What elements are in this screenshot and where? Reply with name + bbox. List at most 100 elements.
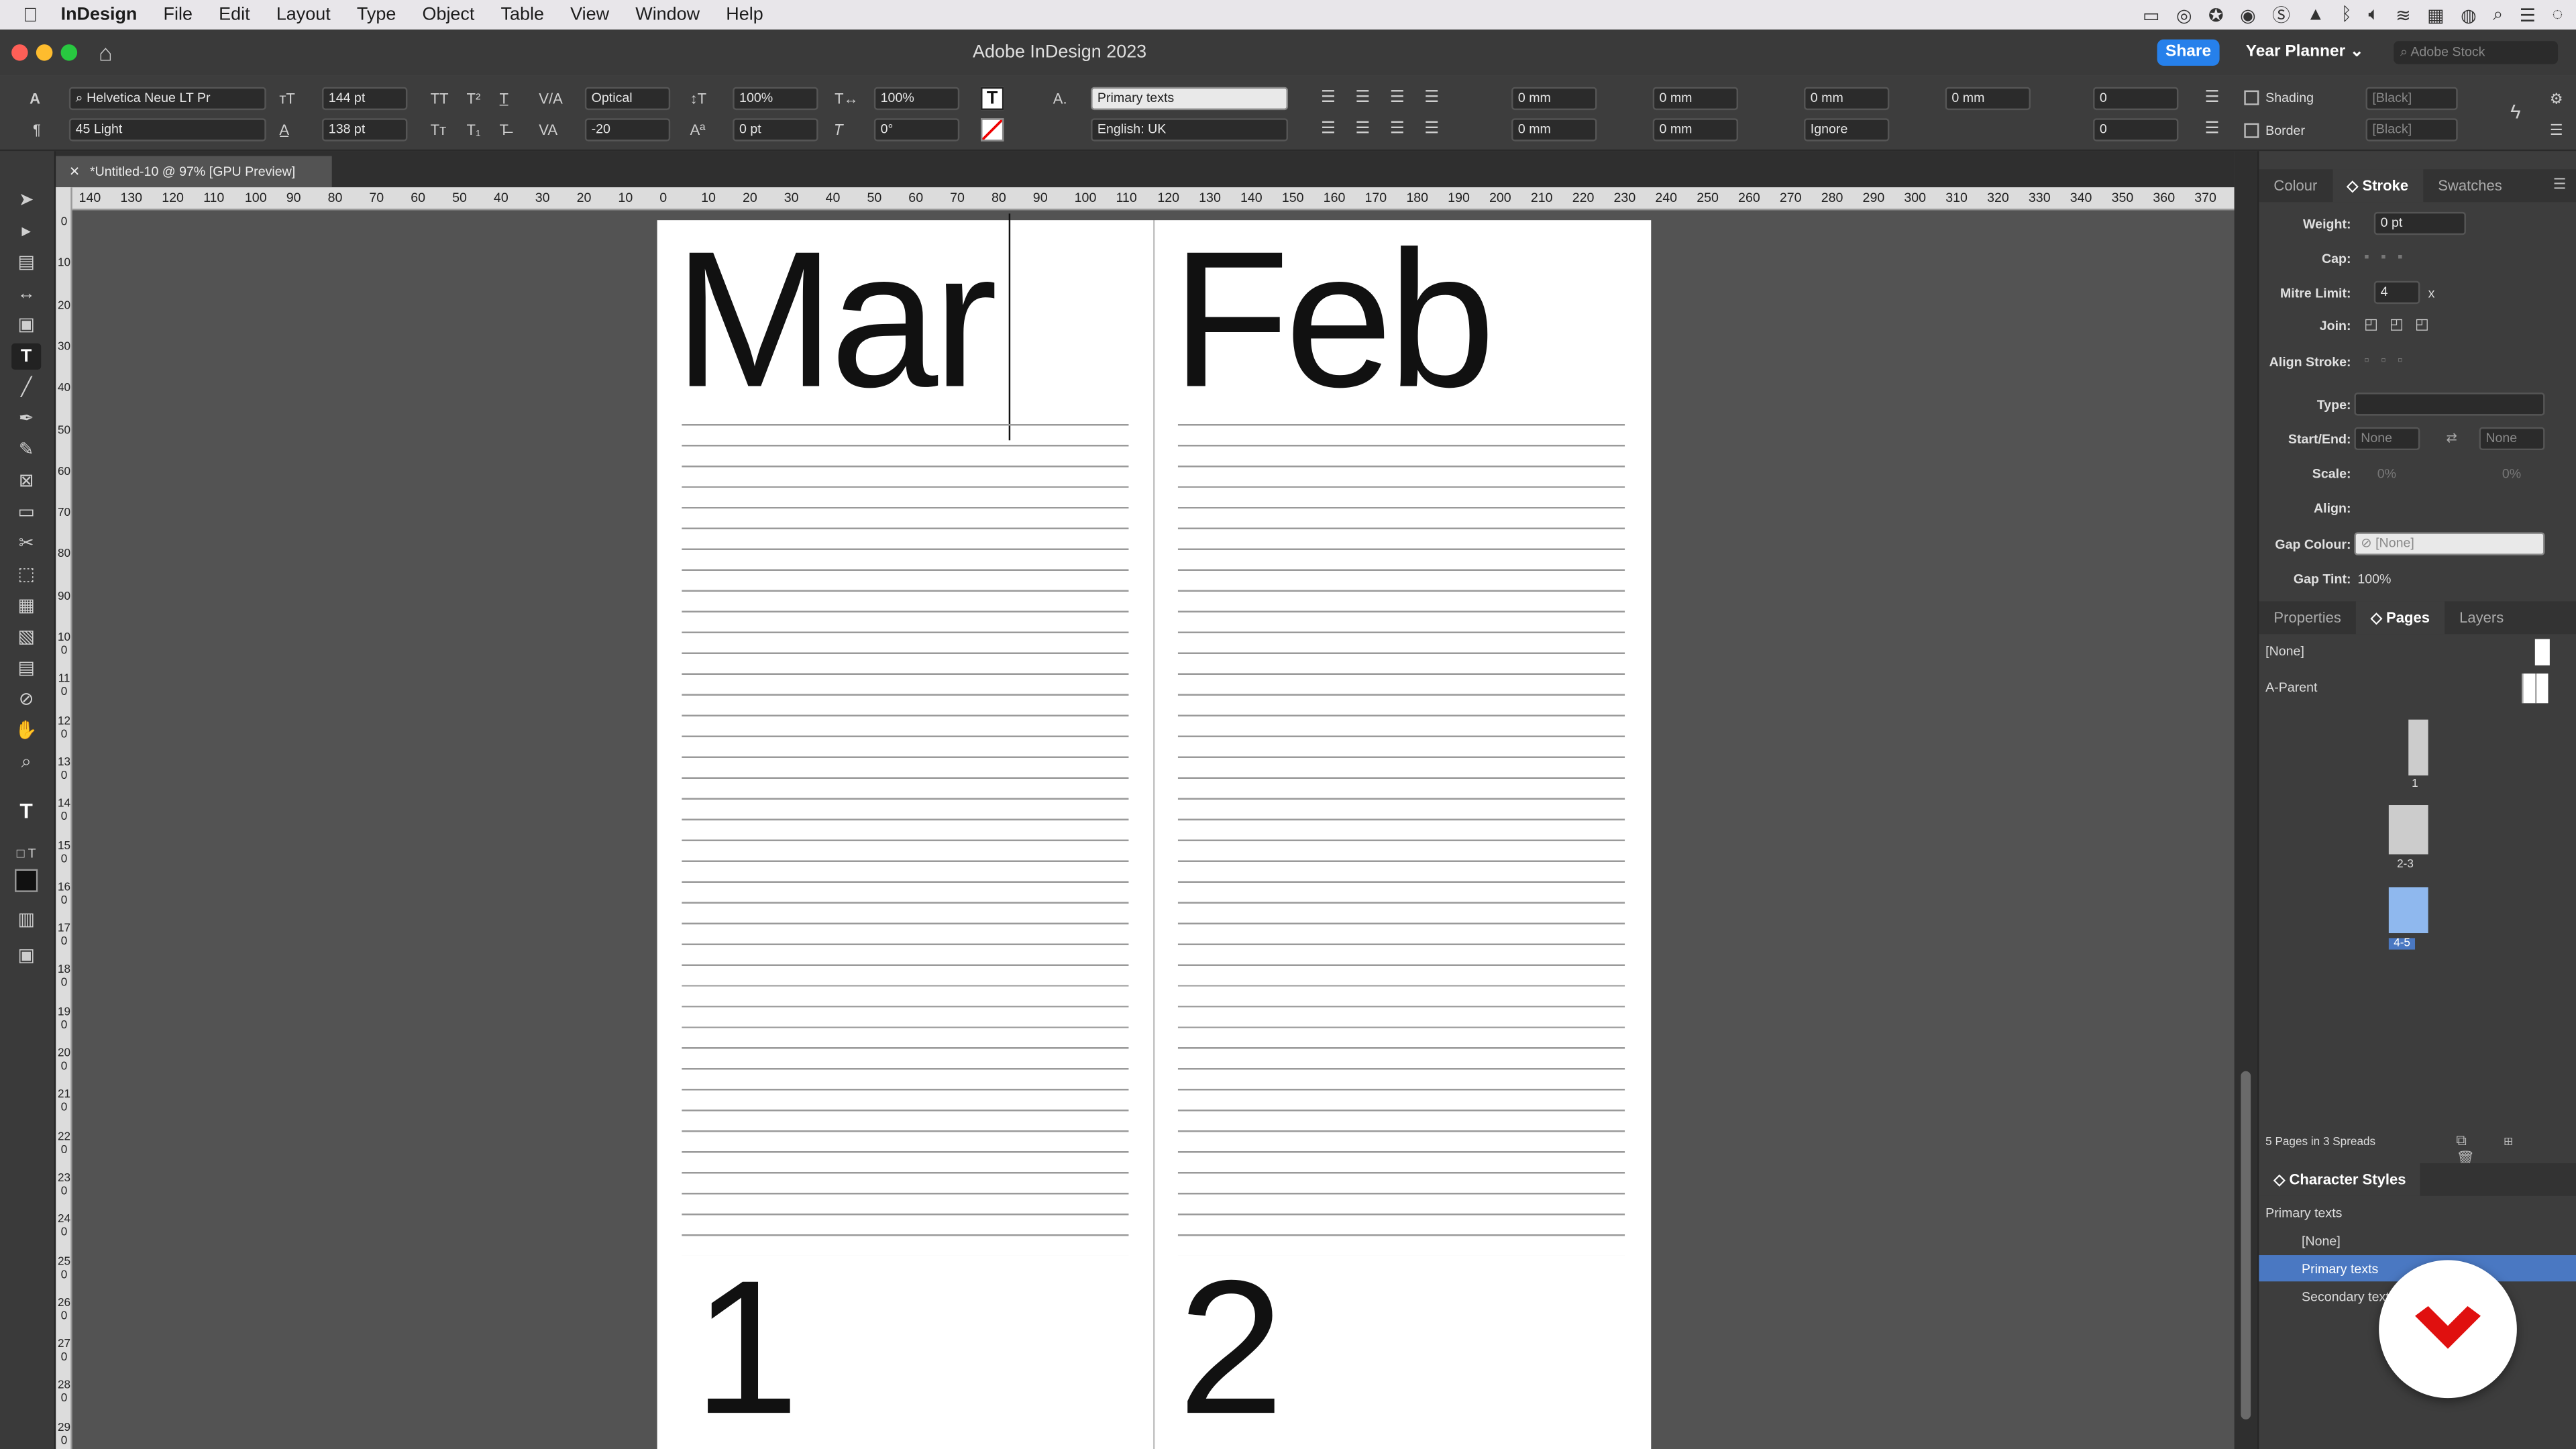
scale-start[interactable]: 0% [2377, 467, 2396, 482]
gap-colour-dropdown[interactable]: ⊘ [None] [2354, 532, 2545, 555]
character-style-dropdown[interactable]: Primary texts [1091, 87, 1289, 111]
justify-all-icon[interactable]: ☰ [1424, 120, 1439, 140]
leading-field[interactable]: 138 pt [322, 118, 408, 142]
gradient-feather-tool-icon[interactable]: ▧ [11, 625, 41, 651]
month-title[interactable]: Mar [674, 223, 998, 417]
swap-icon[interactable]: ⇄ [2447, 431, 2457, 445]
style-item-none[interactable]: [None] [2302, 1234, 2341, 1248]
share-button[interactable]: Share [2157, 39, 2220, 66]
direct-selection-tool-icon[interactable]: ▸ [11, 219, 41, 245]
tab-pages[interactable]: ◇ Pages [2355, 601, 2445, 635]
volume-icon[interactable]: 🔈︎ [2368, 4, 2379, 25]
wifi-icon[interactable]: ≋ [2396, 4, 2411, 25]
tab-colour[interactable]: Colour [2259, 169, 2332, 202]
end-dropdown[interactable]: None [2479, 427, 2545, 451]
bullets-icon[interactable]: ☰ [2205, 89, 2220, 108]
vertical-scale-field[interactable]: 100% [733, 87, 818, 111]
note-tool-icon[interactable]: ▤ [11, 655, 41, 682]
panel-menu-icon[interactable]: ☰ [2550, 120, 2563, 140]
kerning-field[interactable]: Optical [584, 87, 671, 111]
font-style-field[interactable]: 45 Light [68, 118, 266, 142]
month-title[interactable]: Feb [1171, 223, 1495, 417]
pasteboard[interactable]: Mar 1 Feb 2 [72, 210, 2235, 1449]
cap-buttons[interactable]: ▪▪▪ [2364, 248, 2414, 264]
left-indent-field[interactable]: 0 mm [1511, 87, 1597, 111]
pen-tool-icon[interactable]: ✒ [11, 406, 41, 432]
font-family-field[interactable]: ⌕ Helvetica Neue LT Pr [68, 87, 266, 111]
parent-a[interactable]: A-Parent [2265, 680, 2317, 695]
hand-tool-icon[interactable]: ✋ [11, 718, 41, 744]
join-buttons[interactable]: ◰◰◰ [2364, 315, 2440, 333]
tab-layers[interactable]: Layers [2445, 601, 2518, 634]
style-item-primary[interactable]: Primary texts [2302, 1262, 2378, 1277]
font-size-field[interactable]: 144 pt [322, 87, 408, 111]
gap-tool-icon[interactable]: ↔ [11, 281, 41, 307]
menu-table[interactable]: Table [501, 5, 544, 24]
stroke-none-swatch[interactable] [981, 118, 1004, 142]
parent-none-thumb[interactable] [2534, 639, 2550, 665]
menu-help[interactable]: Help [726, 5, 763, 24]
app-icon[interactable]: ▲ [2307, 5, 2325, 24]
siri-icon[interactable]: ◌ [2552, 5, 2563, 24]
skew-field[interactable]: 0° [873, 118, 960, 142]
space-before-field[interactable]: 0 mm [1804, 87, 1890, 111]
vertical-ruler[interactable]: 0 10 20 30 40 50 60 70 80 90 100 110 120 130 140 150 160… [56, 187, 72, 1449]
adobe-stock-search[interactable]: ⌕ Adobe Stock [2394, 41, 2559, 64]
eyedropper-tool-icon[interactable]: ⊘ [11, 687, 41, 713]
align-right-icon[interactable]: ☰ [1390, 89, 1405, 108]
control-center-icon[interactable]: ☰ [2520, 4, 2536, 25]
close-tab-icon[interactable]: ✕ [69, 164, 80, 179]
creative-cloud-icon[interactable]: ◎ [2176, 4, 2192, 25]
align-stroke-buttons[interactable]: ▫▫▫ [2364, 352, 2414, 368]
bluetooth-icon[interactable]: ᛒ [2341, 5, 2352, 24]
sync-icon[interactable]: ◉ [2240, 4, 2256, 25]
workspace-switcher[interactable]: Year Planner ⌄ [2246, 43, 2364, 61]
baseline-shift-field[interactable]: 0 pt [733, 118, 818, 142]
quick-apply-icon[interactable]: ϟ [2510, 102, 2521, 121]
selection-tool-icon[interactable]: ➤ [11, 187, 41, 213]
numbering-icon[interactable]: ☰ [2205, 120, 2220, 140]
horizontal-scale-field[interactable]: 100% [873, 87, 960, 111]
settings-icon[interactable]: ✪ [2208, 4, 2224, 25]
user-icon[interactable]: ◍ [2461, 4, 2477, 25]
horizontal-ruler[interactable]: 140 130 120 110 100 90 80 70 60 50 40 30 20 10 0 10 20 30… [72, 187, 2235, 211]
first-line-indent-field[interactable]: 0 mm [1511, 118, 1597, 142]
last-line-indent-field[interactable]: 0 mm [1652, 118, 1739, 142]
space-after-field[interactable]: 0 mm [1945, 87, 2031, 111]
drop-cap-chars-field[interactable]: 0 [2093, 118, 2179, 142]
justify-right-icon[interactable]: ☰ [1390, 120, 1405, 140]
scroll-thumb[interactable] [2241, 1071, 2251, 1419]
menu-window[interactable]: Window [635, 5, 700, 24]
small-caps-icon[interactable]: Tᴛ [431, 120, 447, 140]
start-dropdown[interactable]: None [2354, 427, 2420, 451]
line-tool-icon[interactable]: ╱ [11, 374, 41, 400]
align-center-icon[interactable]: ☰ [1355, 89, 1370, 108]
zoom-tool-icon[interactable]: ⌕ [11, 749, 41, 775]
s-app-icon[interactable]: Ⓢ [2272, 1, 2290, 28]
menu-app[interactable]: InDesign [61, 5, 138, 24]
day-number[interactable]: 1 [693, 1252, 799, 1442]
parent-none[interactable]: [None] [2265, 644, 2304, 659]
formatting-text-icon[interactable]: T [11, 798, 41, 824]
menu-file[interactable]: File [164, 5, 193, 24]
day-number[interactable]: 2 [1178, 1252, 1284, 1442]
subscript-icon[interactable]: T₁ [467, 120, 481, 140]
right-indent-field[interactable]: 0 mm [1652, 87, 1739, 111]
language-dropdown[interactable]: English: UK [1091, 118, 1289, 142]
mitre-field[interactable]: 4 [2373, 280, 2420, 305]
superscript-icon[interactable]: T² [467, 89, 481, 108]
view-mode-icon[interactable]: ▥ [11, 907, 41, 933]
free-transform-tool-icon[interactable]: ⬚ [11, 562, 41, 588]
type-tool-icon[interactable]: T [11, 343, 42, 370]
strikethrough-icon[interactable]: T̶ [499, 120, 508, 140]
document-tab[interactable]: ✕ *Untitled-10 @ 97% [GPU Preview] [56, 156, 332, 188]
tracking-field[interactable]: -20 [584, 118, 671, 142]
settings-icon[interactable]: ⚙ [2550, 89, 2563, 108]
gradient-tool-icon[interactable]: ▦ [11, 593, 41, 619]
menu-type[interactable]: Type [357, 5, 396, 24]
shading-color-dropdown[interactable]: [Black] [2365, 87, 2458, 111]
scale-end[interactable]: 0% [2502, 467, 2521, 482]
scissors-tool-icon[interactable]: ✂ [11, 531, 41, 557]
border-checkbox[interactable] [2244, 123, 2259, 138]
apple-icon[interactable]:  [23, 3, 38, 26]
